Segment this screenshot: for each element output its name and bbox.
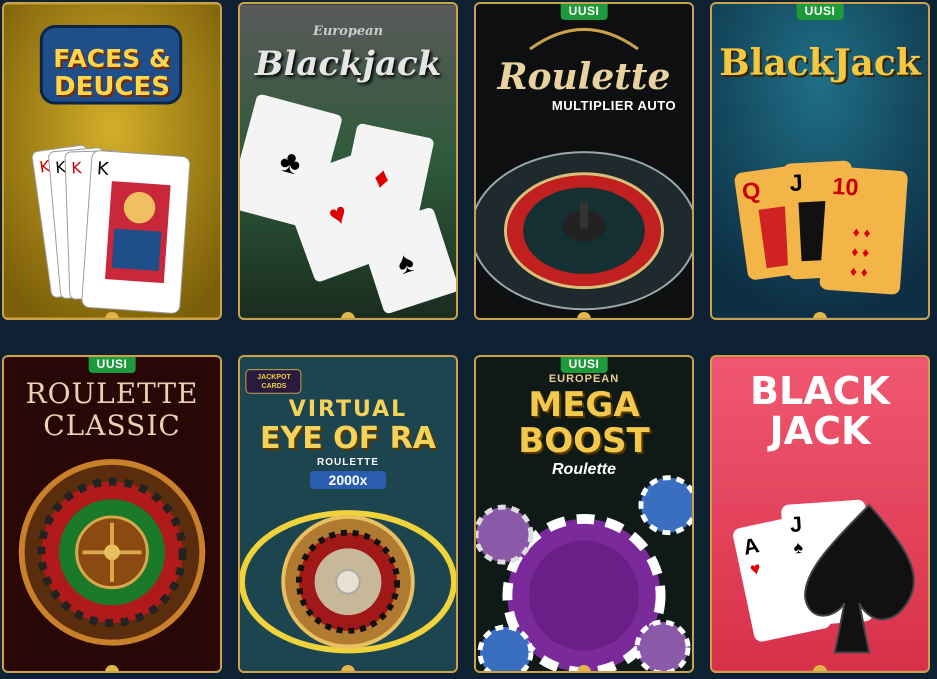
svg-text:10: 10 xyxy=(831,173,859,201)
game-title-line1: ROULETTE xyxy=(25,377,199,410)
game-card-mega-boost-roulette[interactable]: UUSI EUROPEAN MEGA BOOST Roulette xyxy=(474,355,694,673)
card-artwork xyxy=(476,4,692,318)
game-title-small: European xyxy=(312,24,384,39)
shell-icon xyxy=(341,665,355,671)
shell-icon xyxy=(105,312,119,318)
new-badge: UUSI xyxy=(88,357,136,373)
game-grid: K K K K FACES & DEUCES ♣ ♦ ♥ ♠ European … xyxy=(0,0,937,679)
new-badge: UUSI xyxy=(796,4,844,20)
game-title-line2: BOOST xyxy=(518,421,650,461)
game-title-line2: EYE OF RA xyxy=(260,421,436,456)
svg-text:♠: ♠ xyxy=(793,537,804,558)
multiplier-badge: 2000x xyxy=(310,471,386,489)
svg-text:♦ ♦: ♦ ♦ xyxy=(851,244,870,260)
game-title: BlackJack xyxy=(719,42,921,84)
svg-text:Q: Q xyxy=(740,177,762,205)
shell-icon xyxy=(577,312,591,318)
new-badge: UUSI xyxy=(560,357,608,373)
game-title-line2: DEUCES xyxy=(53,72,171,102)
svg-text:J: J xyxy=(789,511,803,537)
game-title-line1: MEGA xyxy=(528,385,640,425)
game-card-faces-deuces[interactable]: K K K K FACES & DEUCES xyxy=(2,2,222,320)
game-subtitle: Roulette xyxy=(552,461,616,478)
shell-icon xyxy=(577,665,591,671)
game-subtitle: MULTIPLIER AUTO xyxy=(551,98,677,113)
game-card-blackjack[interactable]: Q J 10 ♦ ♦ ♦ ♦ ♦ ♦ UUSI BlackJack xyxy=(710,2,930,320)
svg-text:♦ ♦: ♦ ♦ xyxy=(852,225,871,241)
svg-text:K: K xyxy=(71,158,83,177)
shell-icon xyxy=(341,312,355,318)
game-title: Blackjack xyxy=(254,44,442,84)
shell-icon xyxy=(813,665,827,671)
svg-text:♦ ♦: ♦ ♦ xyxy=(849,264,868,280)
game-title-line2: CLASSIC xyxy=(43,409,181,442)
game-title-line1: VIRTUAL xyxy=(288,397,408,422)
game-title-line1: FACES & xyxy=(53,44,171,73)
jackpot-cards-logo: JACKPOT CARDS xyxy=(257,374,291,390)
game-title: Roulette xyxy=(497,56,671,98)
shell-icon xyxy=(813,312,827,318)
game-card-roulette-classic[interactable]: UUSI ROULETTE CLASSIC xyxy=(2,355,222,673)
game-subtitle: ROULETTE xyxy=(317,457,379,468)
game-title-line2: JACK xyxy=(769,409,871,453)
new-badge: UUSI xyxy=(560,4,608,20)
game-card-roulette-multiplier-auto[interactable]: UUSI Roulette MULTIPLIER AUTO xyxy=(474,2,694,320)
game-title-line1: BLACK xyxy=(750,369,890,413)
game-card-eye-of-ra-roulette[interactable]: JACKPOT CARDS VIRTUAL EYE OF RA ROULETTE… xyxy=(238,355,458,673)
game-card-black-jack[interactable]: A ♥ J ♠ BLACK JACK xyxy=(710,355,930,673)
shell-icon xyxy=(105,665,119,671)
svg-text:J: J xyxy=(789,169,803,196)
game-card-european-blackjack[interactable]: ♣ ♦ ♥ ♠ European Blackjack xyxy=(238,2,458,320)
game-title-small: EUROPEAN xyxy=(548,373,620,385)
svg-text:K: K xyxy=(96,159,109,180)
